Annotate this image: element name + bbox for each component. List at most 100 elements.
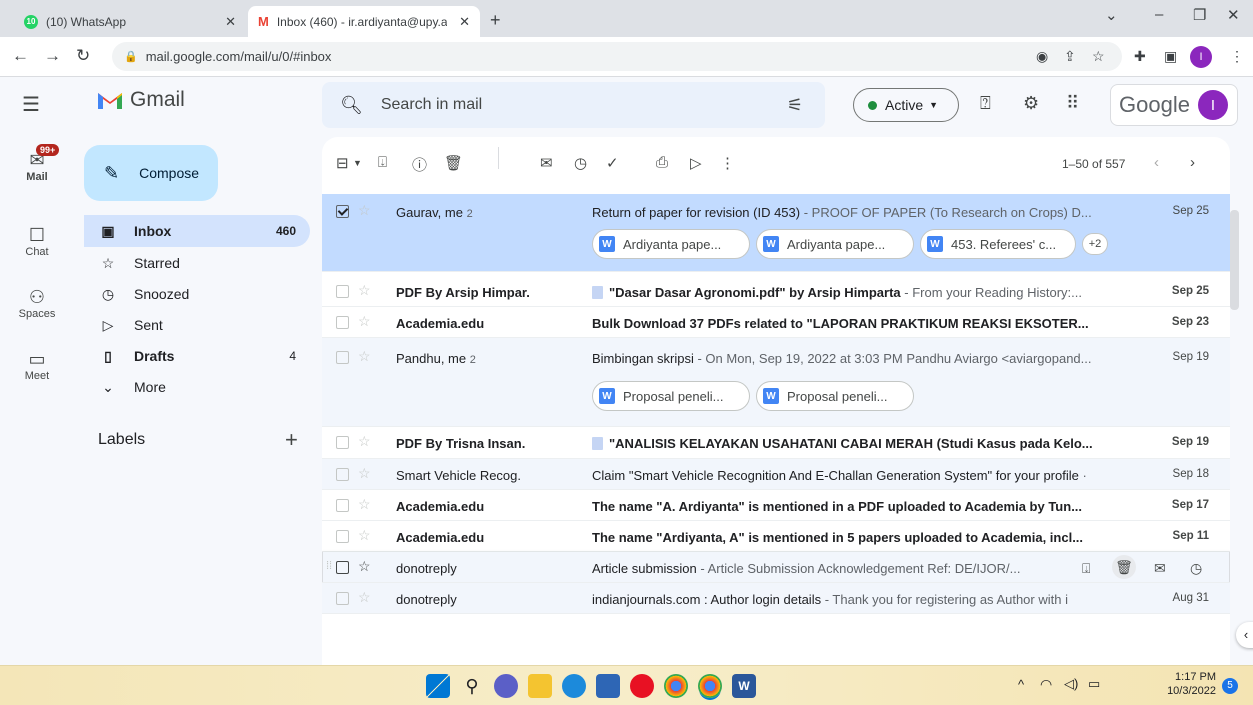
browser-profile-avatar[interactable]: I (1190, 46, 1212, 68)
drag-handle-icon[interactable]: ⁞⁞ (326, 560, 332, 572)
close-window-button[interactable]: ✕ (1227, 6, 1240, 24)
star-icon[interactable]: ☆ (358, 558, 371, 575)
apps-grid-icon[interactable]: ⠿ (1066, 93, 1079, 114)
row-checkbox[interactable] (336, 561, 349, 574)
email-row[interactable]: ☆ Gaurav, me 2 Return of paper for revis… (322, 194, 1230, 272)
close-tab-icon[interactable]: ✕ (225, 14, 236, 30)
row-checkbox[interactable] (336, 468, 349, 481)
attachment-chip[interactable]: W Proposal peneli... (756, 381, 914, 411)
tab-gmail[interactable]: M Inbox (460) - ir.ardiyanta@upy.ac ✕ (248, 6, 480, 37)
file-explorer-icon[interactable] (528, 674, 552, 698)
tab-search-icon[interactable]: ⌄ (1105, 6, 1118, 24)
eye-icon[interactable]: ◉ (1036, 48, 1048, 65)
prev-page-icon[interactable]: ‹ (1154, 154, 1159, 171)
attachment-chip[interactable]: W 453. Referees' c... (920, 229, 1076, 259)
attachment-chip[interactable]: W Ardiyanta pape... (592, 229, 750, 259)
settings-gear-icon[interactable]: ⚙ (1023, 93, 1039, 114)
email-row[interactable]: ☆ Smart Vehicle Recog. Claim "Smart Vehi… (322, 459, 1230, 490)
edge-icon[interactable] (562, 674, 586, 698)
row-checkbox[interactable] (336, 592, 349, 605)
mark-read-icon[interactable]: ✉ (540, 154, 553, 172)
forward-icon[interactable]: → (44, 46, 61, 66)
search-input[interactable]: Search in mail (381, 96, 482, 114)
next-page-icon[interactable]: › (1190, 154, 1195, 171)
main-menu-icon[interactable]: ☰ (22, 92, 40, 117)
report-spam-icon[interactable]: ⓘ (412, 154, 427, 175)
archive-icon[interactable]: ⍗ (378, 154, 387, 171)
opera-icon[interactable] (630, 674, 654, 698)
attachment-chip[interactable]: W Ardiyanta pape... (756, 229, 914, 259)
delete-icon[interactable]: 🗑︎ (444, 154, 463, 172)
star-icon[interactable]: ☆ (358, 527, 371, 544)
star-icon[interactable]: ☆ (358, 202, 371, 219)
select-all-icon[interactable]: ⊟ (336, 154, 349, 172)
nav-more[interactable]: ⌄ More (84, 371, 310, 403)
teams-icon[interactable] (494, 674, 518, 698)
rail-meet[interactable]: ▭ Meet (0, 349, 74, 382)
sidepanel-icon[interactable]: ▣ (1164, 48, 1177, 65)
email-row[interactable]: ☆ Academia.edu The name "Ardiyanta, A" i… (322, 521, 1230, 552)
email-row[interactable]: ☆ Academia.edu The name "A. Ardiyanta" i… (322, 490, 1230, 521)
star-icon[interactable]: ☆ (358, 496, 371, 513)
chrome-icon[interactable] (664, 674, 688, 698)
select-dropdown-icon[interactable]: ▼ (353, 158, 362, 168)
star-icon[interactable]: ☆ (358, 313, 371, 330)
star-icon[interactable]: ☆ (358, 433, 371, 450)
row-checkbox[interactable] (336, 351, 349, 364)
status-selector[interactable]: Active ▼ (853, 88, 959, 122)
snooze-icon[interactable]: ◷ (1190, 560, 1202, 577)
account-box[interactable]: Google I (1110, 84, 1238, 126)
share-icon[interactable]: ⇪ (1064, 48, 1076, 65)
snooze-icon[interactable]: ◷ (574, 154, 587, 172)
row-checkbox[interactable] (336, 436, 349, 449)
star-icon[interactable]: ☆ (358, 348, 371, 365)
star-icon[interactable]: ☆ (358, 465, 371, 482)
row-checkbox[interactable] (336, 205, 349, 218)
scrollbar-thumb[interactable] (1230, 210, 1239, 310)
row-checkbox[interactable] (336, 530, 349, 543)
account-avatar[interactable]: I (1197, 90, 1228, 120)
battery-icon[interactable]: ▭ (1088, 676, 1100, 692)
rail-chat[interactable]: ☐ Chat (0, 225, 74, 258)
browser-menu-icon[interactable]: ⋮ (1230, 48, 1244, 65)
wifi-icon[interactable]: ◠ (1040, 676, 1052, 693)
clock-date[interactable]: 10/3/2022 (1160, 685, 1216, 697)
new-tab-button[interactable]: + (490, 10, 501, 31)
gmail-logo[interactable]: Gmail (96, 88, 185, 112)
extensions-icon[interactable]: ✚ (1134, 48, 1146, 65)
close-tab-icon[interactable]: ✕ (459, 14, 470, 30)
nav-sent[interactable]: ▷ Sent (84, 309, 310, 341)
taskbar-search-icon[interactable]: ⚲ (460, 674, 484, 698)
chrome-active-icon[interactable] (698, 674, 722, 698)
email-row[interactable]: ☆ PDF By Trisna Insan. "ANALISIS KELAYAK… (322, 427, 1230, 459)
side-panel-toggle-icon[interactable]: ‹ (1236, 622, 1253, 648)
archive-icon[interactable]: ⍗ (1082, 560, 1090, 577)
delete-icon[interactable]: 🗑︎ (1112, 555, 1136, 579)
reload-icon[interactable]: ↻ (76, 46, 90, 66)
email-row[interactable]: ☆ Academia.edu Bulk Download 37 PDFs rel… (322, 307, 1230, 338)
compose-button[interactable]: ✎ Compose (84, 145, 218, 201)
email-row[interactable]: ⁞⁞ ☆ donotreply Article submission - Art… (322, 552, 1230, 583)
more-attachments-chip[interactable]: +2 (1082, 233, 1108, 255)
nav-starred[interactable]: ☆ Starred (84, 247, 310, 279)
star-icon[interactable]: ☆ (358, 589, 371, 606)
rail-spaces[interactable]: ⚇ Spaces (0, 287, 74, 320)
minimize-button[interactable]: – (1155, 6, 1163, 23)
move-to-icon[interactable]: ⎙ (656, 154, 668, 171)
tab-whatsapp[interactable]: 10 (10) WhatsApp ✕ (14, 6, 246, 37)
email-row[interactable]: ☆ Pandhu, me 2 Bimbingan skripsi - On Mo… (322, 338, 1230, 427)
add-label-icon[interactable]: + (285, 427, 298, 453)
word-icon[interactable]: W (732, 674, 756, 698)
url-field[interactable]: 🔒 mail.google.com/mail/u/0/#inbox (112, 42, 1122, 71)
more-actions-icon[interactable]: ⋮ (720, 154, 735, 172)
store-icon[interactable] (596, 674, 620, 698)
row-checkbox[interactable] (336, 316, 349, 329)
clock-time[interactable]: 1:17 PM (1172, 671, 1216, 683)
nav-snoozed[interactable]: ◷ Snoozed (84, 278, 310, 310)
restore-button[interactable]: ❐ (1193, 6, 1206, 24)
nav-drafts[interactable]: ▯ Drafts 4 (84, 340, 310, 372)
help-icon[interactable]: ⍰ (980, 93, 991, 114)
search-bar[interactable]: 🔍︎ Search in mail ⚟ (322, 82, 825, 128)
bookmark-star-icon[interactable]: ☆ (1092, 48, 1105, 65)
notification-badge[interactable]: 5 (1222, 678, 1238, 694)
